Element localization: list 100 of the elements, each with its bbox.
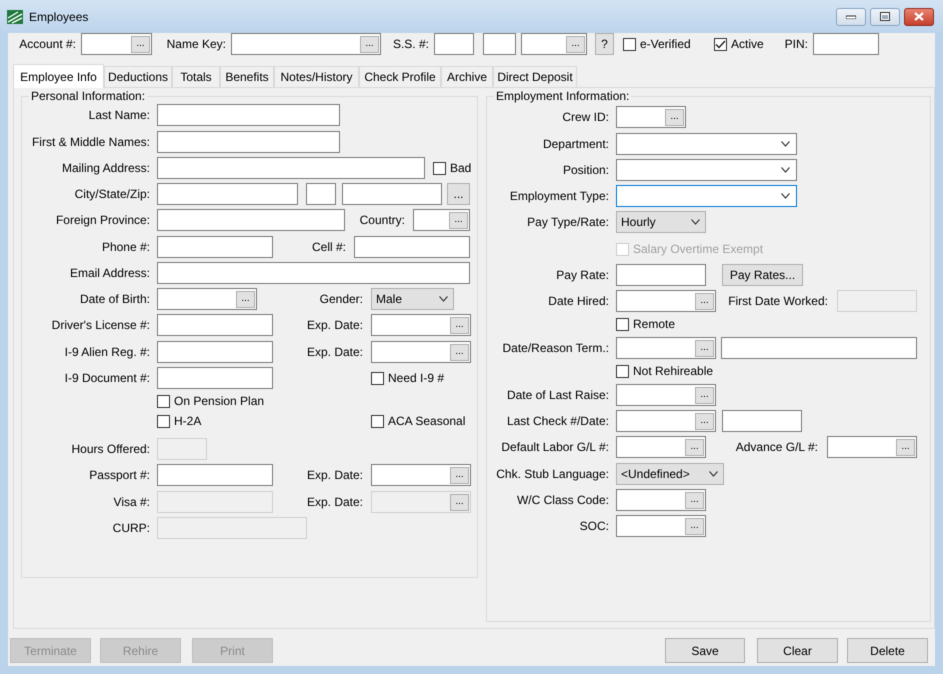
lookup-field[interactable]: ... <box>157 288 257 310</box>
text-field[interactable] <box>157 341 273 363</box>
browse-button[interactable]: ... <box>685 438 704 456</box>
checkbox-label: Salary Overtime Exempt <box>633 241 764 258</box>
checkbox[interactable] <box>157 414 170 428</box>
lookup-field[interactable]: ... <box>616 436 706 458</box>
checkbox[interactable] <box>616 318 629 330</box>
checkbox[interactable] <box>714 38 727 50</box>
tab[interactable]: Deductions <box>104 66 172 87</box>
lookup-field[interactable]: ... <box>827 436 917 458</box>
tab[interactable]: Employee Info <box>13 64 104 88</box>
lookup-field[interactable]: ... <box>371 314 471 336</box>
checkbox[interactable] <box>433 162 446 174</box>
combo-field[interactable] <box>616 159 797 181</box>
text-field[interactable] <box>157 464 273 486</box>
browse-button[interactable]: ... <box>566 36 585 52</box>
maximize-button[interactable] <box>870 8 900 26</box>
browse-button[interactable]: ... <box>450 344 469 360</box>
browse-button[interactable]: ... <box>695 292 714 310</box>
text-field[interactable] <box>157 367 273 389</box>
action-button[interactable]: ? <box>595 33 614 55</box>
lookup-field[interactable]: ... <box>371 464 471 486</box>
text-field[interactable] <box>483 33 516 55</box>
text-field[interactable] <box>616 264 706 286</box>
lookup-field[interactable]: ... <box>413 209 470 231</box>
lookup-field[interactable]: ... <box>521 33 587 55</box>
lookup-field[interactable]: ... <box>616 106 686 128</box>
text-field[interactable] <box>157 131 340 153</box>
tab[interactable]: Direct Deposit <box>493 66 577 87</box>
browse-button[interactable]: ... <box>665 108 684 126</box>
action-button[interactable]: Delete <box>847 638 928 663</box>
lookup-field[interactable]: ... <box>616 489 706 511</box>
field-label: Employment Type: <box>508 188 609 205</box>
chevron-icon <box>781 167 790 173</box>
text-field[interactable] <box>157 314 273 336</box>
browse-button[interactable]: ... <box>685 518 704 534</box>
text-field[interactable] <box>813 33 879 55</box>
checkbox[interactable] <box>623 38 636 50</box>
checkbox[interactable] <box>616 364 629 378</box>
browse-button[interactable]: ... <box>896 438 915 456</box>
text-field[interactable] <box>157 262 470 284</box>
lookup-field[interactable]: ... <box>371 341 471 363</box>
field-label: Department: <box>542 136 609 153</box>
text-field[interactable] <box>157 183 298 205</box>
checkbox[interactable] <box>157 394 170 408</box>
browse-button[interactable]: ... <box>360 36 379 52</box>
browse-button[interactable]: ... <box>695 340 714 356</box>
browse-button[interactable]: ... <box>236 290 255 308</box>
browse-button[interactable]: ... <box>449 212 468 228</box>
text-field[interactable] <box>354 236 470 258</box>
text-field[interactable] <box>306 183 336 205</box>
tab[interactable]: Archive <box>441 66 493 87</box>
checkbox[interactable] <box>371 372 384 384</box>
action-button[interactable]: Clear <box>757 638 838 663</box>
field-label: Email Address: <box>68 265 150 282</box>
text-field[interactable] <box>721 337 917 359</box>
action-button[interactable]: Save <box>665 638 745 663</box>
lookup-field[interactable]: ... <box>616 384 716 406</box>
lookup-field[interactable]: ... <box>616 337 716 359</box>
action-button[interactable]: Pay Rates... <box>722 264 803 286</box>
browse-button[interactable]: ... <box>450 466 469 484</box>
minimize-icon <box>846 14 856 18</box>
checkbox[interactable] <box>371 414 384 428</box>
text-field[interactable] <box>342 183 442 205</box>
close-button[interactable] <box>904 8 934 26</box>
tab[interactable]: Totals <box>172 66 220 87</box>
text-field[interactable] <box>722 410 802 432</box>
field-label: Date Hired: <box>547 293 609 310</box>
action-button[interactable]: ... <box>447 183 470 205</box>
lookup-field[interactable]: ... <box>616 515 706 537</box>
browse-button[interactable]: ... <box>695 412 714 430</box>
browse-button[interactable]: ... <box>450 316 469 334</box>
text-field[interactable] <box>434 33 474 55</box>
field-label: Gender: <box>318 291 363 308</box>
text-field[interactable] <box>157 104 340 126</box>
field-label: W/C Class Code: <box>516 492 609 509</box>
checkbox-label: H-2A <box>174 413 202 430</box>
browse-button[interactable]: ... <box>695 386 714 404</box>
lookup-field[interactable]: ... <box>231 33 381 55</box>
browse-button[interactable]: ... <box>685 492 704 508</box>
app-icon <box>7 10 23 24</box>
combo-field[interactable] <box>616 185 797 207</box>
minimize-button[interactable] <box>836 8 866 26</box>
dropdown[interactable]: <Undefined> <box>616 463 724 485</box>
lookup-field[interactable]: ... <box>616 290 716 312</box>
lookup-field[interactable]: ... <box>616 410 716 432</box>
lookup-field[interactable]: ... <box>81 33 152 55</box>
field-label: Foreign Province: <box>54 212 150 229</box>
dropdown[interactable]: Male <box>371 288 454 310</box>
tab[interactable]: Check Profile <box>359 66 441 87</box>
text-field[interactable] <box>157 209 345 231</box>
dropdown[interactable]: Hourly <box>616 211 706 233</box>
tab[interactable]: Benefits <box>220 66 274 87</box>
text-field[interactable] <box>157 157 425 179</box>
tab[interactable]: Notes/History <box>274 66 359 87</box>
combo-field[interactable] <box>616 133 797 155</box>
chevron-icon <box>439 296 448 302</box>
browse-button[interactable]: ... <box>131 36 150 52</box>
text-field[interactable] <box>157 236 273 258</box>
field-label: Crew ID: <box>561 109 609 126</box>
